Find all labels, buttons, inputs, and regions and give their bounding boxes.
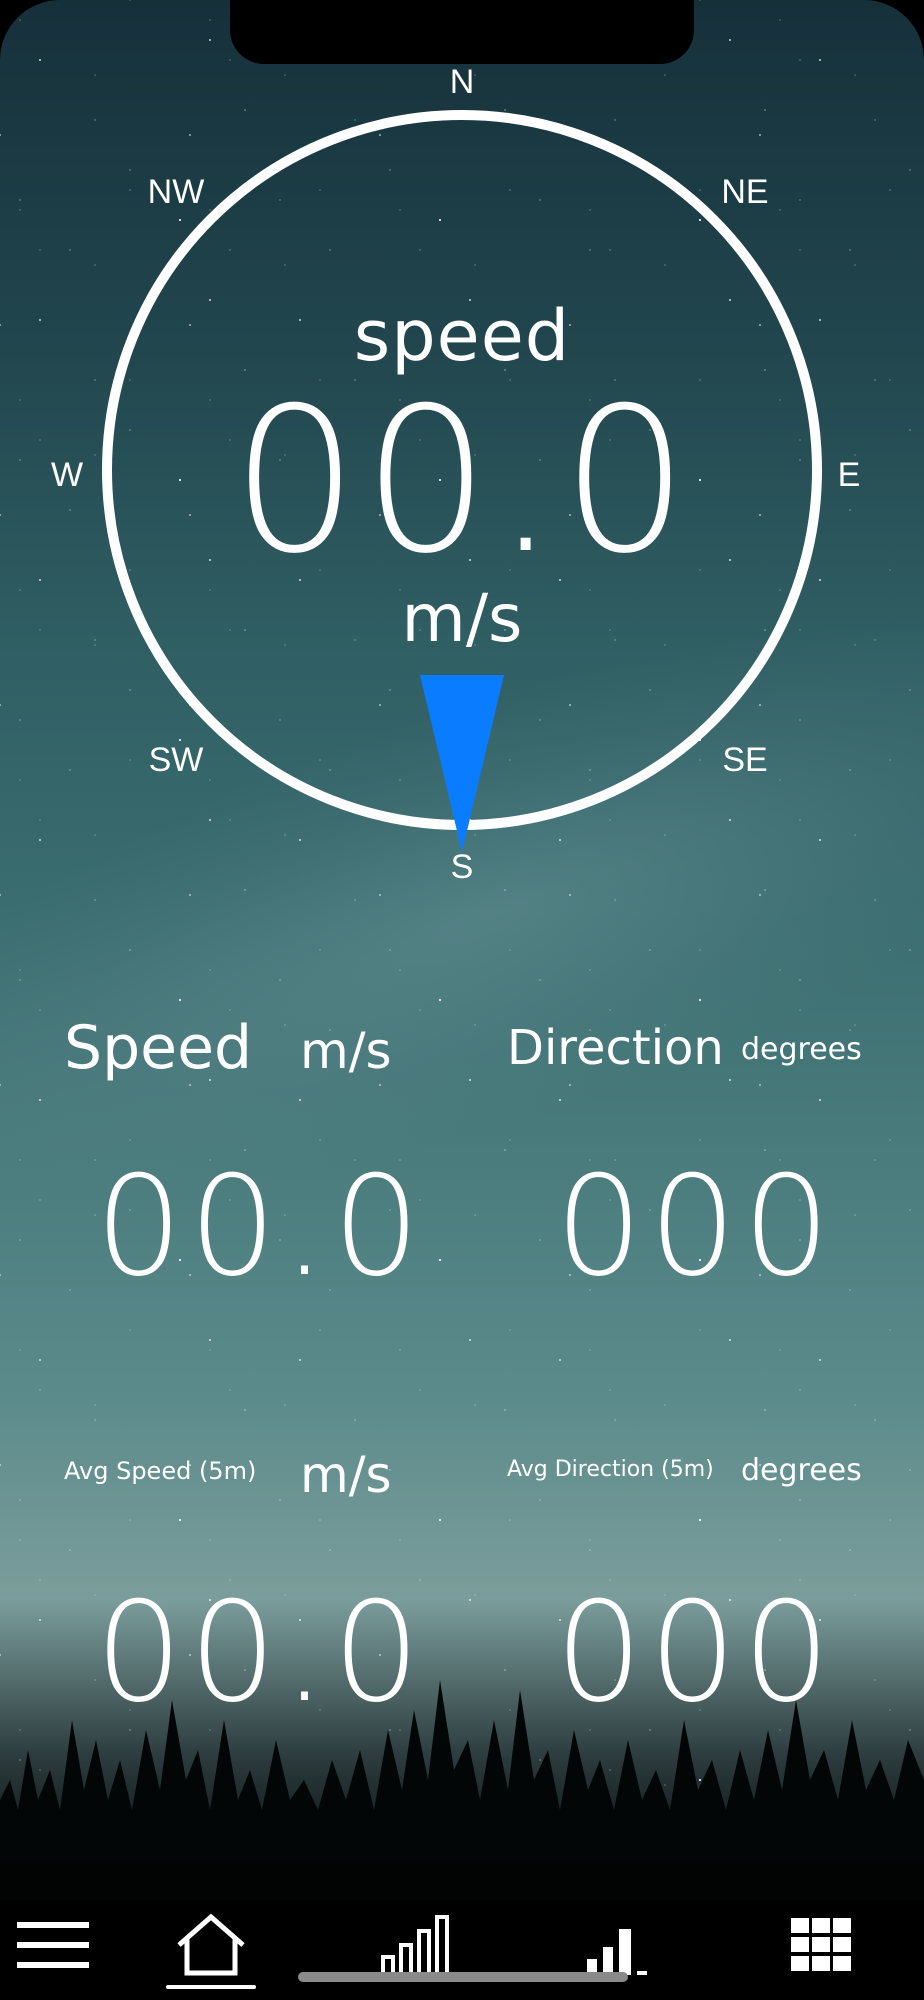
- current-direction-label: Direction: [507, 1020, 724, 1076]
- avg-direction-unit: degrees: [741, 1453, 862, 1488]
- compass-label-n: N: [450, 63, 475, 101]
- tab-menu[interactable]: [8, 1910, 98, 1980]
- compass-label-sw: SW: [149, 741, 204, 779]
- bar-chart-icon: [381, 1915, 449, 1977]
- current-direction-unit: degrees: [741, 1032, 862, 1067]
- compass-label-ne: NE: [721, 173, 768, 211]
- avg-speed-label: Avg Speed (5m): [64, 1457, 257, 1485]
- device-notch: [230, 0, 694, 64]
- dial-speed-unit: m/s: [401, 580, 523, 657]
- compass-label-e: E: [838, 456, 861, 494]
- menu-icon: [17, 1922, 89, 1968]
- home-icon: [177, 1913, 245, 1976]
- current-speed-label: Speed: [64, 1013, 253, 1083]
- dial-speed-value: 00.0: [231, 365, 693, 598]
- avg-speed-unit: m/s: [300, 1446, 392, 1504]
- tab-history-chart[interactable]: [370, 1910, 460, 1980]
- current-speed-value: 00.0: [95, 1146, 427, 1307]
- home-indicator[interactable]: [298, 1972, 628, 1982]
- current-direction-value: 000: [555, 1146, 837, 1307]
- compass-label-w: W: [51, 456, 83, 494]
- active-tab-indicator: [166, 1985, 256, 1989]
- avg-direction-label: Avg Direction (5m): [507, 1457, 714, 1482]
- signal-bars-icon: [587, 1929, 647, 1975]
- compass-label-nw: NW: [148, 173, 205, 211]
- tab-home[interactable]: [166, 1910, 256, 1980]
- tab-grid-view[interactable]: [776, 1910, 866, 1980]
- app-screen: N NE E SE S SW W NW speed 00.0 m/s Speed…: [0, 0, 924, 2000]
- tab-statistics[interactable]: [572, 1910, 662, 1980]
- current-speed-unit: m/s: [300, 1022, 392, 1080]
- grid-icon: [791, 1918, 851, 1971]
- tree-silhouette: [0, 1680, 924, 1920]
- compass-label-se: SE: [722, 741, 767, 779]
- compass-label-s: S: [451, 848, 474, 886]
